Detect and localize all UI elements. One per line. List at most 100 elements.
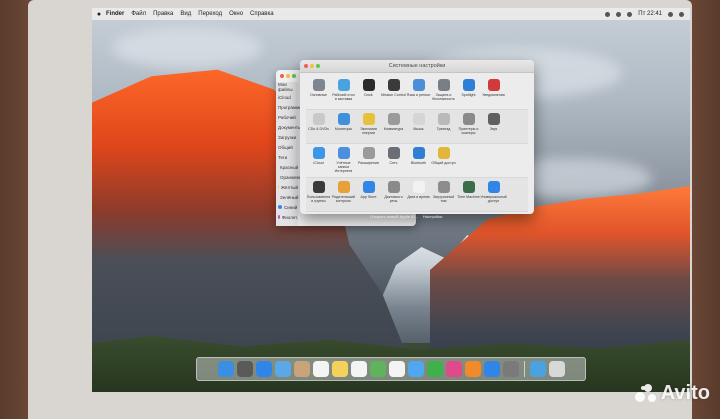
wifi-icon[interactable] xyxy=(605,11,611,17)
pref-pane[interactable]: Рабочий стол и заставка xyxy=(331,76,356,109)
menu-edit[interactable]: Правка xyxy=(153,11,173,17)
notification-center-icon[interactable] xyxy=(679,11,684,17)
pref-pane[interactable]: Dock xyxy=(356,76,381,109)
pref-pane[interactable]: Пользователи и группы xyxy=(306,178,331,211)
volume-icon[interactable] xyxy=(616,11,622,17)
tag-yellow[interactable]: Жёлтый xyxy=(276,182,298,192)
pref-pane[interactable]: Расширения xyxy=(356,144,381,177)
pref-pane[interactable]: Time Machine xyxy=(456,178,481,211)
pref-pane[interactable]: Язык и регион xyxy=(406,76,431,109)
accessibility-icon xyxy=(487,181,500,193)
sidebar-item[interactable]: Документы xyxy=(276,122,301,132)
sidebar-item[interactable]: iCloud xyxy=(276,92,298,102)
finder-traffic-lights xyxy=(280,74,296,78)
pref-pane[interactable]: Диктовка и речь xyxy=(381,178,406,211)
safari-icon[interactable] xyxy=(255,361,272,377)
trash-icon[interactable] xyxy=(548,361,565,377)
pref-pane[interactable]: Мониторы xyxy=(331,110,356,143)
notes-icon[interactable] xyxy=(331,361,348,377)
pref-pane[interactable]: Защита и безопасность xyxy=(431,76,456,109)
pref-pane[interactable]: Загрузочный том xyxy=(431,178,456,211)
messages-icon[interactable] xyxy=(407,361,424,377)
tag-red[interactable]: Красный xyxy=(276,162,298,172)
facetime-icon[interactable] xyxy=(426,361,443,377)
sidebar-item[interactable]: Общий xyxy=(276,142,298,152)
pref-pane[interactable]: Mission Control xyxy=(381,76,406,109)
launchpad-icon[interactable] xyxy=(236,361,253,377)
pref-pane[interactable]: Принтеры и сканеры xyxy=(456,110,481,143)
mail-icon[interactable] xyxy=(274,361,291,377)
pref-pane[interactable]: Клавиатура xyxy=(381,110,406,143)
menu-view[interactable]: Вид xyxy=(180,11,191,17)
spotlight-icon[interactable] xyxy=(668,11,673,17)
tag-orange[interactable]: Оранжевый xyxy=(276,172,305,182)
menu-help[interactable]: Справка xyxy=(250,11,274,17)
menu-window[interactable]: Окно xyxy=(229,11,243,17)
pref-pane[interactable]: Дата и время xyxy=(406,178,431,211)
pref-pane[interactable]: Сеть xyxy=(381,144,406,177)
prefs-traffic-lights xyxy=(304,64,320,68)
minimize-icon[interactable] xyxy=(286,74,290,78)
pref-pane[interactable]: Трекпад xyxy=(431,110,456,143)
ibooks-icon[interactable] xyxy=(464,361,481,377)
menu-file[interactable]: Файл xyxy=(131,11,146,17)
spotlight-icon xyxy=(462,79,475,91)
tag-blue[interactable]: Синий xyxy=(276,202,298,212)
minimize-icon[interactable] xyxy=(310,64,314,68)
sidebar-item[interactable]: Загрузки xyxy=(276,132,298,142)
prefs-titlebar[interactable]: Системные настройки xyxy=(300,60,534,73)
below-text-line2[interactable]: Настройки xyxy=(423,214,443,219)
close-icon[interactable] xyxy=(280,74,284,78)
pref-pane-label: Учётные записи Интернета xyxy=(334,161,353,173)
pref-pane-label: Bluetooth xyxy=(410,161,427,165)
sharing-icon xyxy=(437,147,450,159)
itunes-icon[interactable] xyxy=(445,361,462,377)
system-preferences-icon[interactable] xyxy=(502,361,519,377)
finder-sidebar: Мои файлы iCloud Программы Рабочий Докум… xyxy=(276,82,305,226)
pref-pane[interactable]: Учётные записи Интернета xyxy=(331,144,356,177)
battery-icon[interactable] xyxy=(627,11,633,17)
zoom-icon[interactable] xyxy=(292,74,296,78)
menu-go[interactable]: Переход xyxy=(198,11,222,17)
menu-finder[interactable]: Finder xyxy=(106,11,124,17)
laptop-bezel: ● Finder Файл Правка Вид Переход Окно Сп… xyxy=(28,0,692,419)
users-icon xyxy=(312,181,325,193)
system-preferences-window[interactable]: Системные настройки Основные Рабочий стол… xyxy=(300,60,534,214)
sidebar-item[interactable]: Программы xyxy=(276,102,302,112)
calendar-icon[interactable] xyxy=(312,361,329,377)
sidebar-item[interactable]: Мои файлы xyxy=(276,82,298,92)
pref-pane[interactable]: Родительский контроль xyxy=(331,178,356,211)
apple-icon[interactable]: ● xyxy=(92,11,106,18)
tag-purple[interactable]: Фиолет. xyxy=(276,212,298,222)
sidebar-item[interactable]: Рабочий xyxy=(276,112,298,122)
close-icon[interactable] xyxy=(304,64,308,68)
finder-icon[interactable] xyxy=(217,361,234,377)
dock xyxy=(196,357,586,381)
pref-pane[interactable]: Звук xyxy=(481,110,506,143)
pref-pane[interactable]: CDs & DVDs xyxy=(306,110,331,143)
downloads-folder-icon[interactable] xyxy=(529,361,546,377)
below-text-line1[interactable]: Открыть новый Apple ID... xyxy=(370,214,418,219)
app-store-icon[interactable] xyxy=(483,361,500,377)
trackpad-icon xyxy=(437,113,450,125)
pref-pane[interactable]: Общий доступ xyxy=(431,144,456,177)
pref-pane[interactable]: Bluetooth xyxy=(406,144,431,177)
contacts-icon[interactable] xyxy=(293,361,310,377)
photos-icon[interactable] xyxy=(388,361,405,377)
pref-pane[interactable]: Основные xyxy=(306,76,331,109)
pref-pane[interactable]: Уведомления xyxy=(481,76,506,109)
pref-pane[interactable]: App Store xyxy=(356,178,381,211)
pref-pane-label: Мониторы xyxy=(334,127,353,131)
pref-pane[interactable]: Универсальный доступ xyxy=(480,178,507,211)
pref-pane-label: CDs & DVDs xyxy=(308,127,329,131)
pref-pane[interactable]: Spotlight xyxy=(456,76,481,109)
reminders-icon[interactable] xyxy=(350,361,367,377)
pref-pane[interactable]: Мышь xyxy=(406,110,431,143)
pref-pane[interactable]: iCloud xyxy=(306,144,331,177)
tag-green[interactable]: Зелёный xyxy=(276,192,298,202)
menu-clock[interactable]: Пт 22:41 xyxy=(638,11,662,17)
maps-icon[interactable] xyxy=(369,361,386,377)
network-icon xyxy=(387,147,400,159)
zoom-icon[interactable] xyxy=(316,64,320,68)
pref-pane[interactable]: Экономия энергии xyxy=(356,110,381,143)
